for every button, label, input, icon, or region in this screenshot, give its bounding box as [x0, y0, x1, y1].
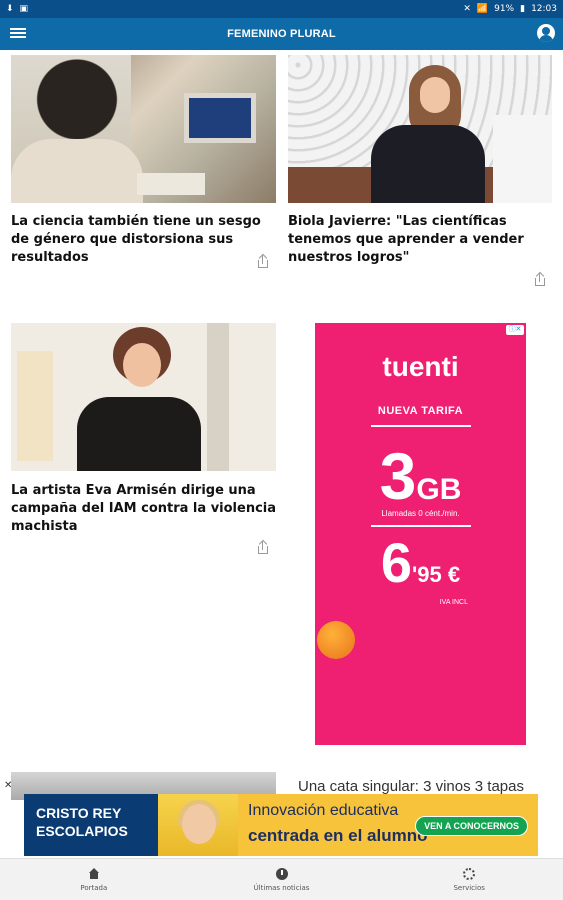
article-headline[interactable]: La artista Eva Armisén dirige una campañ… [11, 482, 276, 536]
close-icon[interactable]: ✕ [4, 780, 12, 791]
ad-text: Innovación educativa [248, 802, 399, 819]
article-image[interactable] [11, 323, 276, 471]
battery-level: 91% [494, 4, 515, 14]
ad-text: centrada en el alumno [248, 826, 428, 845]
clock: 12:03 [531, 4, 557, 14]
bottom-navigation: Portada Últimas noticias Servicios [0, 858, 563, 900]
article-headline[interactable]: Biola Javierre: "Las científicas tenemos… [288, 213, 538, 267]
ad-price: 6'95 € [380, 531, 461, 594]
ad-cta-button[interactable]: VEN A CONOCERNOS [415, 816, 528, 836]
ad-text: Llamadas 0 cént./min. [381, 509, 460, 518]
download-icon: ⬇ [6, 4, 14, 14]
nav-servicios[interactable]: Servicios [375, 859, 563, 900]
ad-brand: CRISTO REY ESCOLAPIOS [24, 794, 158, 856]
orange-illustration [317, 621, 355, 659]
article-headline[interactable]: La ciencia también tiene un sesgo de gén… [11, 213, 281, 267]
article-image[interactable] [288, 55, 552, 203]
ad-text: IVA INCL [439, 599, 468, 606]
mute-icon: ✕ [463, 4, 471, 14]
share-icon[interactable] [256, 539, 270, 555]
tuenti-ad[interactable]: ⓘ✕ tuenti NUEVA TARIFA 3GB Llamadas 0 cé… [315, 323, 526, 745]
ad-text: NUEVA TARIFA [377, 405, 464, 417]
account-icon[interactable] [537, 24, 555, 42]
article-image[interactable] [11, 55, 276, 203]
ad-photo [158, 794, 238, 856]
ad-divider [371, 425, 471, 427]
home-icon [88, 867, 100, 880]
share-icon[interactable] [533, 271, 547, 287]
ad-info-icon[interactable]: ⓘ✕ [506, 325, 524, 335]
clock-icon [275, 867, 288, 880]
tuenti-logo: tuenti [382, 351, 459, 382]
nav-label: Últimas noticias [253, 883, 310, 892]
app-bar: FEMENINO PLURAL [0, 18, 563, 50]
menu-icon[interactable] [10, 26, 26, 40]
gear-icon [463, 867, 476, 880]
app-title: FEMENINO PLURAL [227, 28, 336, 40]
bottom-banner-ad[interactable]: CRISTO REY ESCOLAPIOS Innovación educati… [24, 794, 538, 856]
nav-label: Servicios [453, 883, 485, 892]
share-icon[interactable] [256, 253, 270, 269]
image-icon: ▣ [19, 4, 29, 14]
ad-divider [371, 525, 471, 527]
status-bar: ⬇ ▣ ✕ 📶 91% ▮ 12:03 [0, 0, 563, 18]
wifi-icon: 📶 [476, 4, 489, 14]
nav-label: Portada [80, 883, 108, 892]
nav-ultimas-noticias[interactable]: Últimas noticias [188, 859, 376, 900]
battery-icon: ▮ [520, 4, 526, 14]
nav-portada[interactable]: Portada [0, 859, 188, 900]
